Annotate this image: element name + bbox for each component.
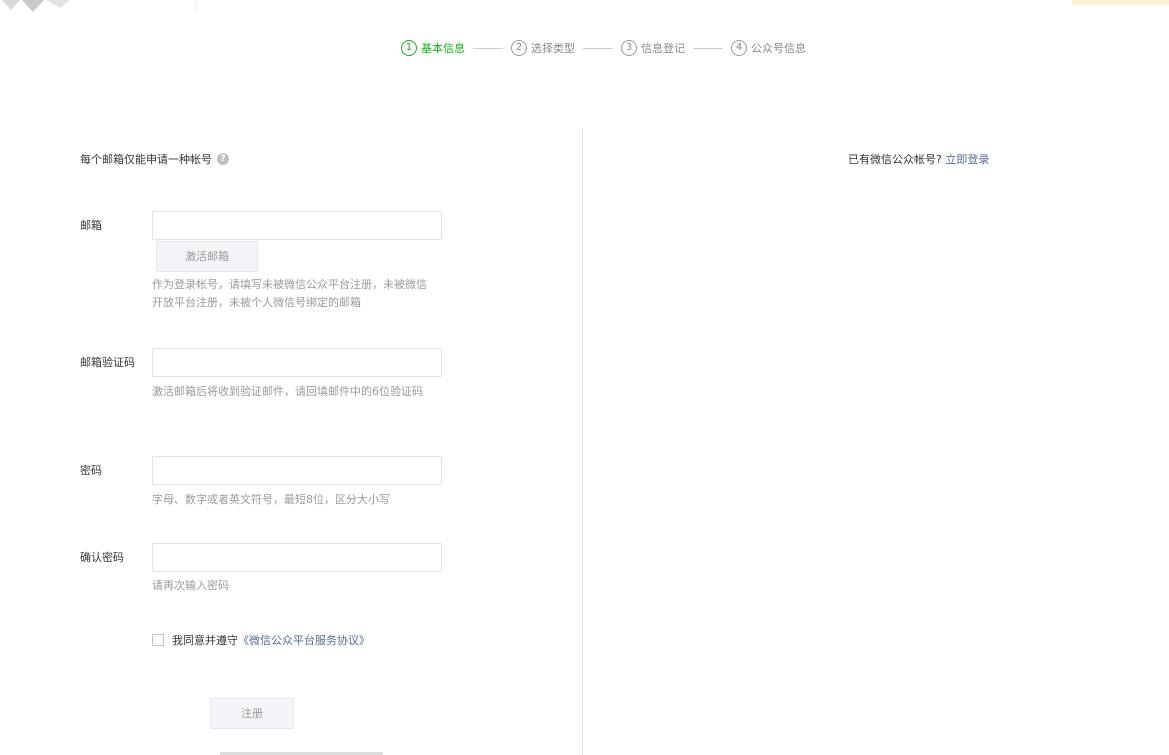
step-connector [583,47,613,49]
question-circle-icon[interactable]: ? [217,153,229,165]
step-number: 3 [621,40,637,56]
step-label: 信息登记 [641,42,685,55]
email-code-hint: 激活邮箱后将收到验证邮件，请回填邮件中的6位验证码 [152,385,423,398]
agreement-row: 我同意并遵守 《微信公众平台服务协议》 [152,632,370,648]
top-divider [195,0,196,12]
login-prompt-text: 已有微信公众帐号? [848,153,942,166]
step-label: 基本信息 [421,42,465,55]
step-connector [473,47,503,49]
confirm-password-hint: 请再次输入密码 [152,579,229,592]
password-hint: 字母、数字或者英文符号，最短8位，区分大小写 [152,493,390,506]
step-label: 选择类型 [531,42,575,55]
login-link[interactable]: 立即登录 [945,153,989,166]
notice-text: 每个邮箱仅能申请一种帐号 [80,153,212,166]
email-code-label: 邮箱验证码 [80,356,135,369]
agreement-link[interactable]: 《微信公众平台服务协议》 [238,632,370,648]
agreement-checkbox[interactable] [152,634,164,646]
step-label: 公众号信息 [751,42,806,55]
column-divider [582,128,583,755]
form-notice: 每个邮箱仅能申请一种帐号 ? [80,151,229,167]
top-right-banner [1072,0,1169,5]
agreement-text: 我同意并遵守 [172,634,238,647]
step-number: 2 [511,40,527,56]
step-number: 4 [731,40,747,56]
step-indicator: 1 基本信息 2 选择类型 3 信息登记 4 公众号信息 [401,40,806,56]
step-select-type: 2 选择类型 [511,40,575,56]
step-account-info: 4 公众号信息 [731,40,806,56]
email-hint: 作为登录帐号，请填写未被微信公众平台注册，未被微信开放平台注册，未被个人微信号绑… [152,278,427,309]
activate-email-button[interactable]: 激活邮箱 [156,241,258,272]
confirm-password-field[interactable] [152,543,442,572]
email-label: 邮箱 [80,219,102,232]
register-button[interactable]: 注册 [210,698,294,729]
step-number: 1 [401,40,417,56]
step-basic-info: 1 基本信息 [401,40,465,56]
password-field[interactable] [152,456,442,485]
email-code-field[interactable] [152,348,442,377]
step-info-registration: 3 信息登记 [621,40,685,56]
confirm-password-label: 确认密码 [80,551,124,564]
step-connector [693,47,723,49]
login-prompt: 已有微信公众帐号? 立即登录 [848,151,989,167]
password-label: 密码 [80,464,102,477]
logo-icon [2,0,70,12]
email-field[interactable] [152,211,442,240]
register-page: 1 基本信息 2 选择类型 3 信息登记 4 公众号信息 每个邮箱仅能申请一种帐… [0,0,1169,755]
